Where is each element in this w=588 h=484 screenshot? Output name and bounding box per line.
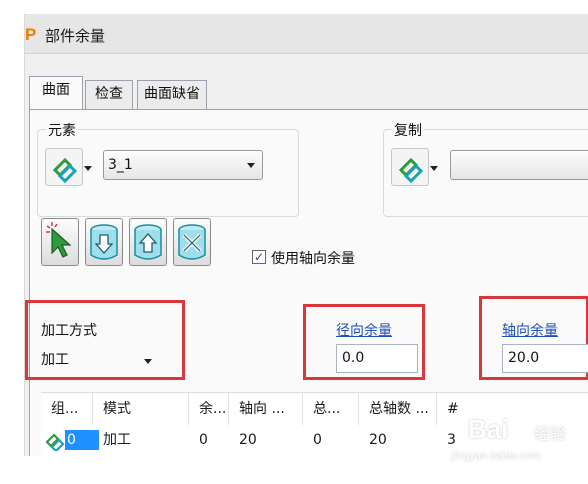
copy-combo[interactable]: [450, 150, 588, 180]
tab-surface[interactable]: 曲面: [29, 76, 83, 110]
column-header-total-axial[interactable]: 总轴数 ...: [359, 393, 437, 425]
machining-method-value: 加工: [41, 352, 69, 368]
column-header-allowance[interactable]: 余...: [189, 393, 229, 425]
paw-icon: [510, 420, 528, 438]
surface-select-icon: [52, 157, 78, 184]
tab-surface-defaults[interactable]: 曲面缺省: [137, 80, 207, 109]
move-up-button[interactable]: [129, 218, 167, 266]
move-down-button[interactable]: [85, 218, 123, 266]
baidu-jingyan-watermark: Bai 经验 jingyan.baidu.com: [452, 414, 588, 470]
element-combo-value: 3_1: [108, 157, 133, 173]
table-row-mode-cell[interactable]: 加工: [93, 425, 131, 455]
watermark-url: jingyan.baidu.com: [452, 450, 541, 462]
element-group-label: 元素: [46, 120, 78, 140]
element-type-dropdown-arrow[interactable]: [81, 161, 95, 175]
surface-group-icon: [45, 433, 65, 451]
chevron-down-icon: [141, 354, 155, 368]
copy-group-label: 复制: [392, 120, 424, 140]
pick-cursor-icon: [46, 222, 72, 258]
column-header-axial[interactable]: 轴向 ...: [229, 393, 303, 425]
surface-select-icon: [398, 157, 424, 184]
pick-surface-button[interactable]: [41, 218, 79, 266]
use-axial-allowance-label: 使用轴向余量: [271, 251, 355, 267]
table-row-total-cell[interactable]: 0: [303, 425, 322, 455]
copy-type-dropdown-arrow[interactable]: [427, 161, 441, 175]
radial-allowance-label[interactable]: 径向余量: [336, 320, 392, 340]
element-select-button[interactable]: [45, 148, 83, 186]
cylinder-up-arrow-icon: [134, 224, 162, 260]
dialog-window: P 部件余量 曲面 检查 曲面缺省 元素 3_1 复制 ✓ 使用轴向余量 加工方…: [24, 14, 588, 456]
table-row-allowance-cell[interactable]: 0: [189, 425, 208, 455]
copy-select-button[interactable]: [391, 148, 429, 186]
column-header-total[interactable]: 总...: [303, 393, 359, 425]
title-bar: P 部件余量: [25, 14, 588, 54]
machining-method-label: 加工方式: [41, 323, 97, 339]
axial-allowance-label[interactable]: 轴向余量: [502, 320, 558, 340]
chevron-down-icon: [244, 158, 258, 172]
table-row-total-axial-cell[interactable]: 20: [359, 425, 387, 455]
watermark-logo: Bai: [468, 414, 509, 444]
cylinder-down-arrow-icon: [90, 224, 118, 260]
tools-button[interactable]: [173, 218, 211, 266]
window-title: 部件余量: [45, 27, 106, 45]
use-axial-allowance-checkbox[interactable]: ✓: [252, 250, 266, 264]
tab-check[interactable]: 检查: [85, 80, 133, 109]
cylinder-tools-icon: [178, 224, 206, 260]
machining-method-select[interactable]: 加工: [39, 346, 157, 374]
axial-allowance-input[interactable]: 20.0: [502, 344, 588, 373]
watermark-logo-cn: 经验: [534, 424, 567, 443]
app-logo-icon: P: [25, 25, 37, 44]
radial-allowance-input[interactable]: 0.0: [336, 344, 418, 373]
column-header-mode[interactable]: 模式: [93, 393, 189, 425]
element-combo[interactable]: 3_1: [103, 150, 263, 180]
column-header-group[interactable]: 组...: [41, 393, 93, 425]
table-row-axial-cell[interactable]: 20: [229, 425, 257, 455]
